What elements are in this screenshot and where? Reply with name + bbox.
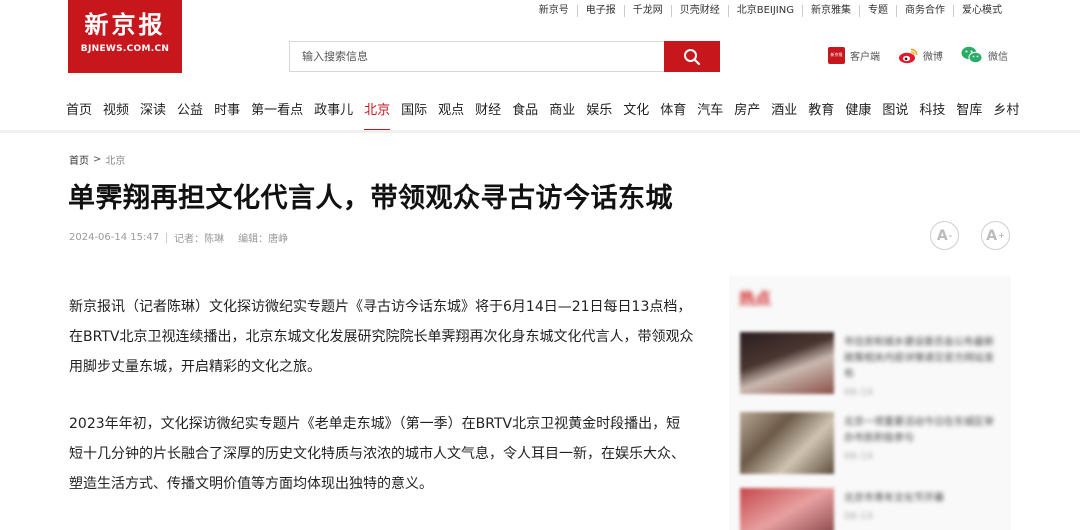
article-title: 单霁翔再担文化代言人，带领观众寻古访今话东城 [68,183,673,214]
client-app-icon: 新京报 [828,46,845,64]
hot-news-thumbnail [740,332,834,394]
weibo-label: 微博 [923,51,943,63]
main-nav: 首页 视频 深读 公益 时事 第一看点 政事儿 北京 国际 观点 财经 食品 商… [66,100,1030,131]
nav-divider [0,130,1080,133]
nav-item-video[interactable]: 视频 [103,100,129,122]
top-link-business[interactable]: 商务合作 [896,5,953,17]
site-logo[interactable]: 新京报 BJNEWS.COM.CN [68,0,182,73]
article-datetime: 2024-06-14 15:47 [69,232,160,243]
article-body: 新京报讯（记者陈琳）文化探访微纪实专题片《寻古访今话东城》将于6月14日—21日… [69,292,694,526]
nav-item-education[interactable]: 教育 [808,100,834,122]
nav-item-business[interactable]: 商业 [549,100,575,122]
top-link-qianlong[interactable]: 千龙网 [623,5,671,17]
nav-item-sports[interactable]: 体育 [660,100,686,122]
logo-name: 新京报 [84,10,166,39]
breadcrumb-home[interactable]: 首页 [69,152,89,167]
font-increase-button[interactable]: A + [981,221,1010,250]
client-app-link[interactable]: 新京报 客户端 [828,46,880,64]
wechat-label: 微信 [988,51,1008,63]
app-links: 新京报 客户端 微博 微信 [828,46,1026,64]
nav-item-charity[interactable]: 公益 [177,100,203,122]
nav-item-think-tank[interactable]: 智库 [956,100,982,122]
article-reporter: 记者：陈琳 [174,234,225,245]
hot-news-thumbnail [740,412,834,474]
hot-news-thumbnail [740,488,834,530]
nav-item-finance[interactable]: 财经 [475,100,501,122]
nav-item-current-affairs[interactable]: 时事 [214,100,240,122]
nav-item-deep-read[interactable]: 深读 [140,100,166,122]
weibo-link[interactable]: 微博 [898,47,943,64]
search-icon [684,48,701,65]
hot-news-text: 北京市青年文化节开幕 06-14 [844,493,944,522]
hot-news-item[interactable]: 北京市青年文化节开幕 06-14 [740,488,1000,530]
nav-item-beijing[interactable]: 北京 [364,100,391,131]
nav-item-health[interactable]: 健康 [845,100,871,122]
nav-item-culture[interactable]: 文化 [623,100,649,122]
search-button[interactable] [664,41,720,72]
hot-news-sidebar: 热点 市住房和城乡建设委员会公布最新政策相关内容详情请见官方网站发布 06-14… [729,276,1011,530]
hot-news-item[interactable]: 市住房和城乡建设委员会公布最新政策相关内容详情请见官方网站发布 06-14 [740,332,1000,398]
breadcrumb: 首页 > 北京 [69,152,125,167]
top-link-care-mode[interactable]: 爱心模式 [953,5,1010,17]
client-app-label: 客户端 [850,51,880,63]
article-paragraph: 2023年年初，文化探访微纪实专题片《老单走东城》（第一季）在BRTV北京卫视黄… [69,416,685,492]
nav-item-entertainment[interactable]: 娱乐 [586,100,612,122]
nav-item-auto[interactable]: 汽车 [697,100,723,122]
hot-news-title: 热点 [739,289,772,308]
nav-item-tech[interactable]: 科技 [919,100,945,122]
top-link-xinjinghao[interactable]: 新京号 [531,5,577,17]
top-link-special[interactable]: 专题 [859,5,896,17]
article-meta: 2024-06-14 15:47 记者：陈琳 编辑：唐峥 [69,230,288,245]
search-input[interactable] [289,41,664,72]
article-editor: 编辑：唐峥 [238,234,289,245]
nav-item-home[interactable]: 首页 [66,100,92,122]
breadcrumb-current[interactable]: 北京 [105,152,125,167]
weibo-icon [899,48,918,63]
top-link-beike-finance[interactable]: 贝壳财经 [670,5,728,17]
nav-item-rural[interactable]: 乡村 [993,100,1019,122]
top-links-bar: 新京号 电子报 千龙网 贝壳财经 北京BEIJING 新京雅集 专题 商务合作 … [531,4,1010,18]
nav-item-opinion[interactable]: 观点 [438,100,464,122]
nav-item-real-estate[interactable]: 房产 [734,100,760,122]
hot-news-text: 北京一项重要活动今日在东城区举办市民积极参与 06-14 [844,417,994,462]
top-link-beijing[interactable]: 北京BEIJING [727,5,802,17]
top-link-yaji[interactable]: 新京雅集 [802,5,859,17]
nav-item-international[interactable]: 国际 [401,100,427,122]
hot-news-item[interactable]: 北京一项重要活动今日在东城区举办市民积极参与 06-14 [740,412,1000,474]
wechat-link[interactable]: 微信 [961,46,1008,64]
nav-item-liquor[interactable]: 酒业 [771,100,797,122]
article-paragraph: 新京报讯（记者陈琳）文化探访微纪实专题片《寻古访今话东城》将于6月14日—21日… [69,299,694,375]
search-bar [289,41,720,72]
breadcrumb-separator: > [93,154,102,165]
font-decrease-button[interactable]: A- [930,221,959,250]
nav-item-first-look[interactable]: 第一看点 [251,100,303,122]
logo-domain: BJNEWS.COM.CN [80,44,170,54]
nav-item-food[interactable]: 食品 [512,100,538,122]
hot-news-text: 市住房和城乡建设委员会公布最新政策相关内容详情请见官方网站发布 06-14 [844,337,994,398]
nav-item-politics[interactable]: 政事儿 [314,100,353,122]
top-link-e-paper[interactable]: 电子报 [576,5,624,17]
nav-item-photos[interactable]: 图说 [882,100,908,122]
wechat-icon [961,46,983,64]
meta-divider [166,232,168,243]
